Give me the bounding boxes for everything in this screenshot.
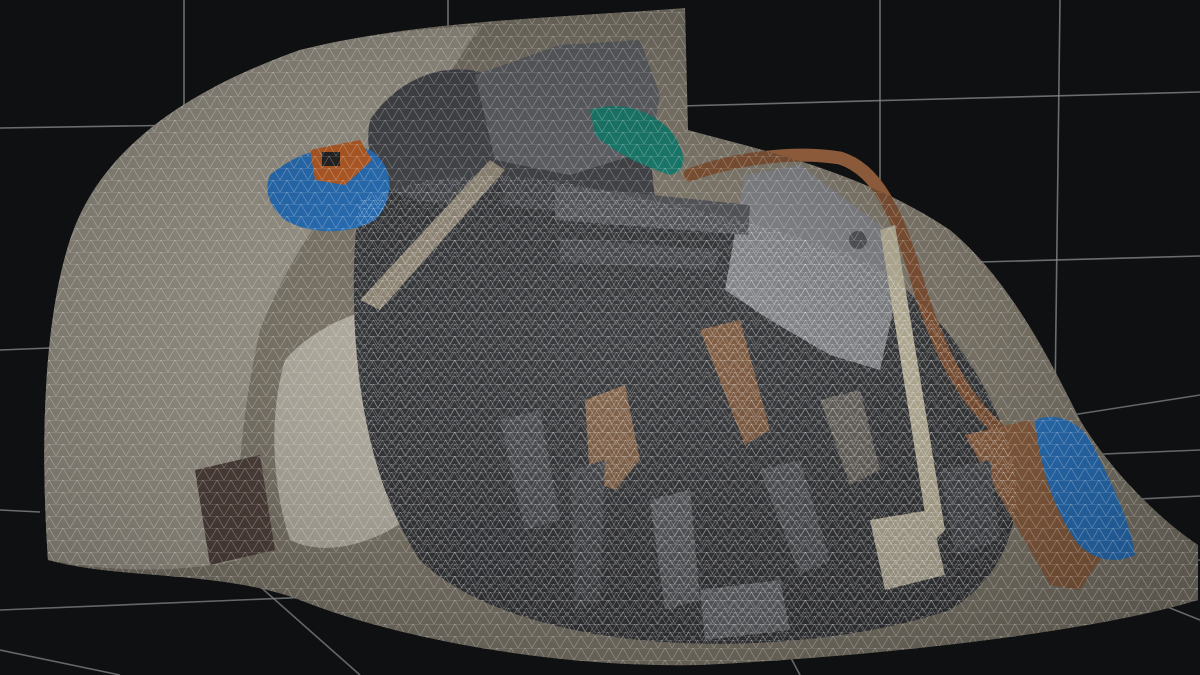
3d-viewport[interactable] [0, 0, 1200, 675]
scene-canvas[interactable] [0, 0, 1200, 675]
